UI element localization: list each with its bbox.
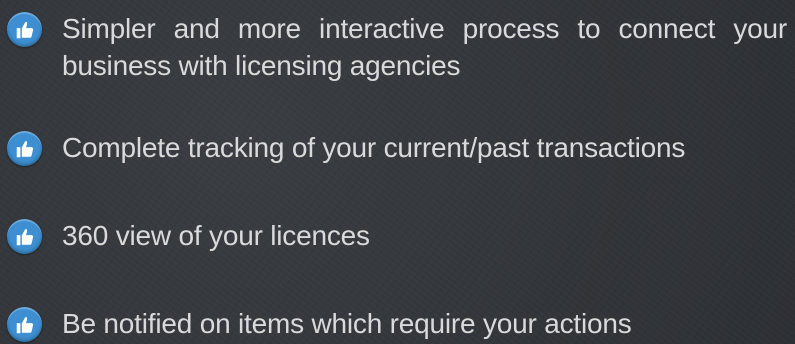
feature-text: 360 view of your licences xyxy=(62,220,370,251)
feature-text: Complete tracking of your current/past t… xyxy=(62,132,686,163)
feature-item: Be notified on items which require your … xyxy=(7,305,787,342)
thumbs-up-icon xyxy=(7,219,42,254)
feature-text: Simpler and more interactive process to … xyxy=(62,13,787,81)
feature-text: Be notified on items which require your … xyxy=(62,308,632,339)
thumbs-up-icon xyxy=(7,131,42,166)
feature-item: 360 view of your licences xyxy=(7,217,787,254)
thumbs-up-icon xyxy=(7,12,42,47)
feature-item: Simpler and more interactive process to … xyxy=(7,10,787,84)
feature-item: Complete tracking of your current/past t… xyxy=(7,129,787,166)
feature-list: Simpler and more interactive process to … xyxy=(0,0,795,344)
thumbs-up-icon xyxy=(7,307,42,342)
